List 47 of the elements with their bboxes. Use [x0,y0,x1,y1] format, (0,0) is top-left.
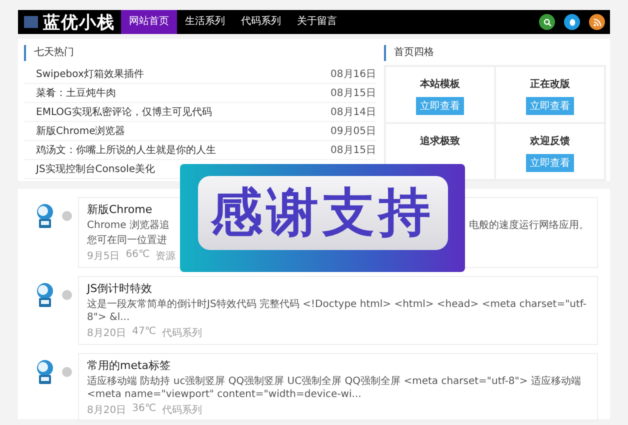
cell-title: 正在改版 [530,78,570,91]
cell-title: 追求极致 [420,134,460,148]
date-text: 08月16日 [330,68,376,81]
article-link[interactable]: Swipebox灯箱效果插件 [36,67,144,81]
dot-icon [62,211,72,221]
meta-text: 代码系列 [162,326,202,340]
date-text: 09月05日 [330,125,376,138]
robot-avatar-icon [34,203,56,229]
site-logo[interactable]: 蓝优小栈 [43,10,115,34]
meta-text: 资源 [156,250,176,263]
nav-link[interactable]: 关于留言 [289,10,345,34]
meta-text: 9月5日 [87,250,120,263]
rss-icon[interactable] [589,14,605,30]
robot-avatar-icon [34,359,56,385]
post-title[interactable]: JS倒计时特效 [87,281,589,296]
article-link[interactable]: EMLOG实现私密评论，仅博主可见代码 [36,105,212,119]
article-link[interactable]: 鸡汤文：你嘴上所说的人生就是你的人生 [36,143,216,157]
robot-avatar-icon [34,282,56,308]
meta-text: 8月20日 [87,327,126,340]
meta-text: 36℃ [132,403,156,416]
meta-text: 47℃ [132,326,156,339]
date-text: 08月15日 [330,144,376,157]
banner-text: 感谢支持 [210,182,434,245]
post-excerpt: 这是一段灰常简单的倒计时JS特效代码 完整代码 <!Doctype html> <html> <head> <meta charset="utf-8"> &l... [87,298,588,324]
nav-link[interactable]: 代码系列 [233,10,289,34]
post-title[interactable]: 常用的meta标签 [87,358,589,373]
post-excerpt: 您可在同一位置进 [87,234,168,247]
article-link[interactable]: 新版Chrome浏览器 [36,124,126,138]
meta-text: 66℃ [126,249,150,262]
nav-link[interactable]: 生活系列 [177,10,233,34]
nav-link[interactable]: 网站首页 [121,10,177,34]
date-text: 08月15日 [330,87,376,100]
cell-title: 欢迎反馈 [530,134,570,148]
cell-title: 本站模板 [420,78,460,91]
dot-icon [62,367,72,377]
meta-text: 代码系列 [162,404,202,417]
post-excerpt: Chrome 浏览器追 [87,219,170,232]
article-link[interactable]: JS实现控制台Console美化 [36,162,155,176]
meta-text: 8月20日 [87,404,126,417]
date-text: 08月14日 [330,106,376,119]
search-icon[interactable] [539,14,555,30]
post-excerpt: 适应移动端 防劫持 uc强制竖屏 QQ强制竖屏 UC强制全屏 QQ强制全屏 <meta charset="utf-8"> 适应移动端 <meta name="viewport" content="width=device-wi... [87,375,582,401]
post-excerpt: 电般的速度运行网络应用。 [469,219,589,232]
dot-icon [62,290,72,300]
section-title: 七天热门 [24,45,376,61]
article-link[interactable]: 菜肴：土豆炖牛肉 [36,86,116,100]
section-title: 首页四格 [384,45,606,61]
